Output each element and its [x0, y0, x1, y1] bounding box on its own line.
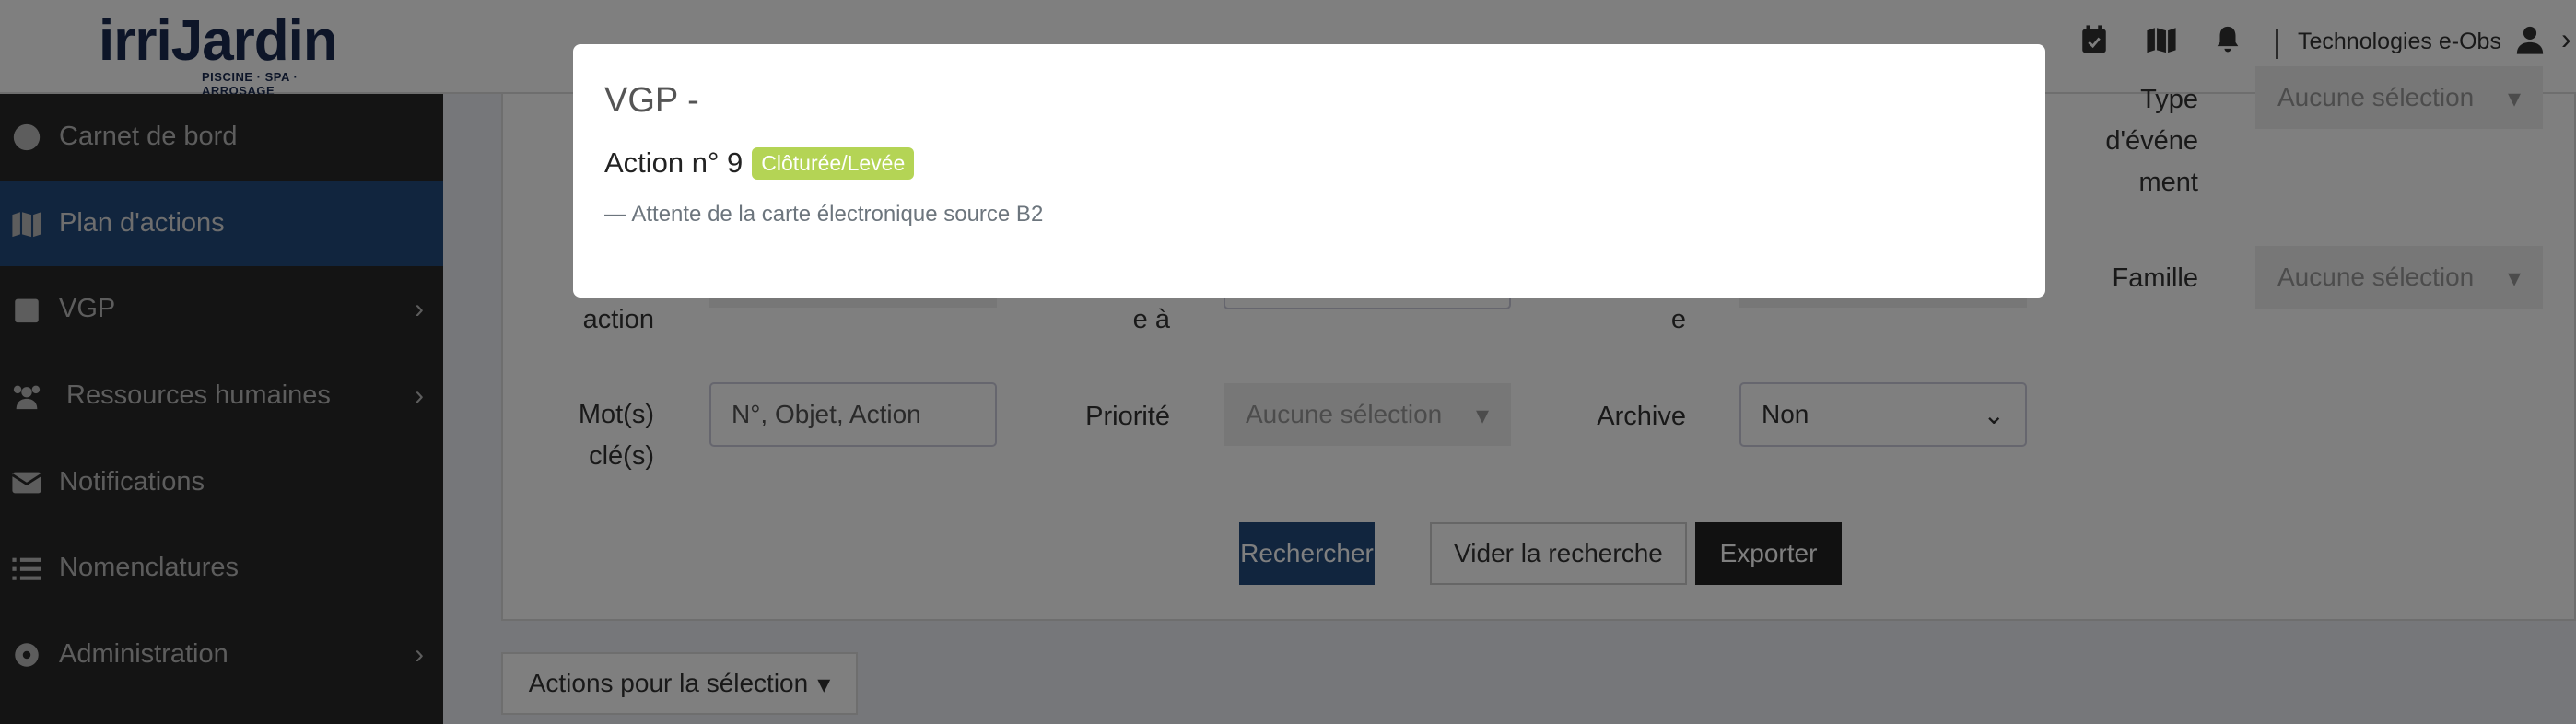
action-number: Action n° 9: [604, 146, 744, 179]
status-badge: Clôturée/Levée: [752, 146, 915, 180]
action-description: — Attente de la carte électronique sourc…: [604, 202, 1044, 227]
modal-title: VGP -: [604, 81, 699, 120]
action-modal: VGP - Action n° 9 Clôturée/Levée — Atten…: [573, 44, 2045, 298]
modal-action-heading: Action n° 9 Clôturée/Levée: [604, 146, 2014, 180]
